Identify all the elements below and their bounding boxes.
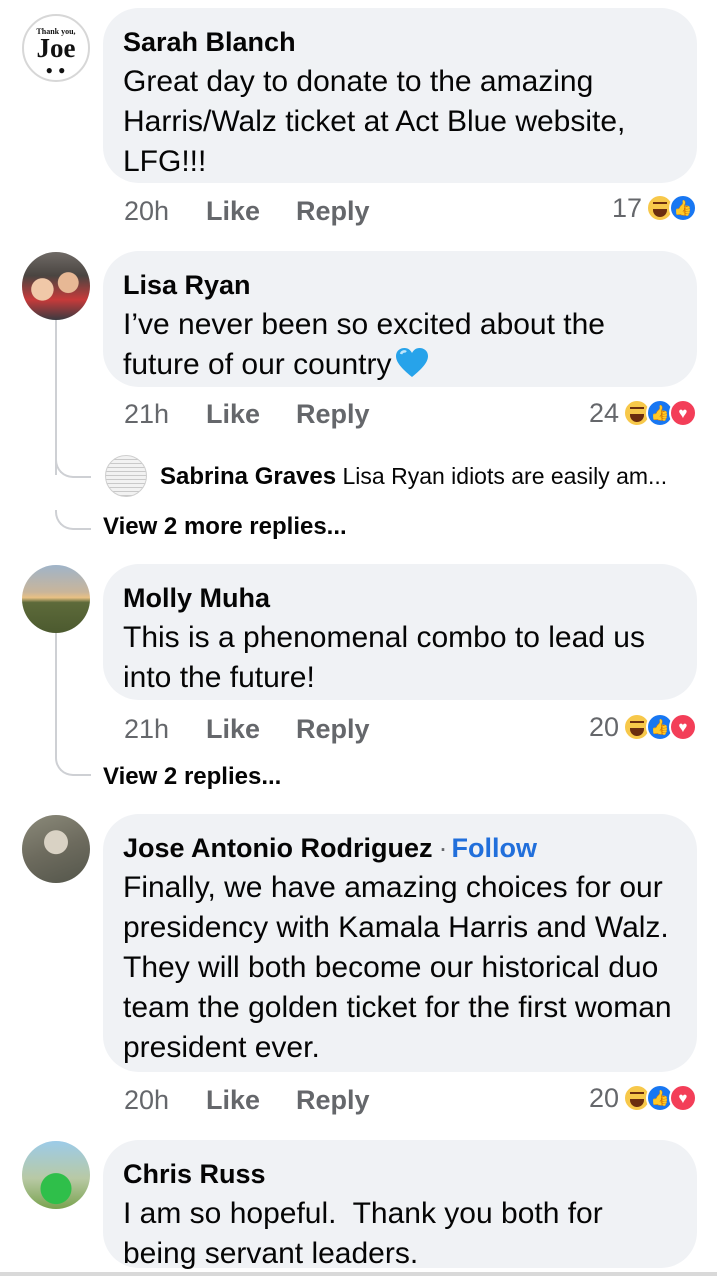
reaction-count: 24	[588, 397, 619, 428]
comment-actions: 21h Like Reply	[124, 396, 370, 432]
avatar-chris-russ[interactable]	[22, 1141, 90, 1209]
comment-author: Jose Antonio Rodriguez · Follow	[123, 832, 675, 864]
comment-actions: 20h Like Reply	[124, 193, 370, 229]
like-button[interactable]: Like	[206, 1082, 296, 1118]
like-button[interactable]: Like	[206, 193, 296, 229]
reply-author[interactable]: Sabrina Graves	[160, 463, 336, 490]
reply-button[interactable]: Reply	[296, 193, 370, 229]
comment-bubble: Sarah Blanch Great day to donate to the …	[103, 8, 697, 183]
thread-connector	[55, 756, 91, 776]
reply-button[interactable]: Reply	[296, 711, 370, 747]
like-reaction-icon: 👍	[669, 194, 697, 222]
avatar-sabrina-graves[interactable]	[105, 455, 147, 497]
comment-bubble: Lisa Ryan I’ve never been so excited abo…	[103, 251, 697, 387]
separator-dot: ·	[438, 833, 448, 863]
avatar-lisa-ryan[interactable]	[22, 252, 90, 320]
comment-author[interactable]: Lisa Ryan	[123, 269, 675, 301]
comment-author-name[interactable]: Jose Antonio Rodriguez	[123, 833, 433, 863]
reaction-count: 20	[588, 711, 619, 742]
reaction-summary[interactable]: 24 👍 ♥	[589, 396, 697, 430]
thread-line	[55, 320, 57, 475]
comment-bubble: Jose Antonio Rodriguez · Follow Finally, w…	[103, 814, 697, 1072]
comment-timestamp[interactable]: 20h	[124, 193, 206, 229]
reaction-count: 17	[611, 192, 642, 223]
like-button[interactable]: Like	[206, 711, 296, 747]
thread-connector	[55, 510, 91, 530]
comment-author[interactable]: Molly Muha	[123, 582, 675, 614]
love-reaction-icon: ♥	[669, 713, 697, 741]
reply-text: Lisa Ryan idiots are easily am...	[342, 463, 668, 489]
comment-author[interactable]: Sarah Blanch	[123, 26, 675, 58]
comment-timestamp[interactable]: 20h	[124, 1082, 206, 1118]
avatar-molly-muha[interactable]	[22, 565, 90, 633]
thread-connector	[55, 458, 91, 478]
comment-timestamp[interactable]: 21h	[124, 711, 206, 747]
comment-text: Finally, we have amazing choices for our…	[123, 871, 672, 1064]
avatar-sarah-blanch[interactable]: Thank you, Joe ● ●	[22, 14, 90, 82]
reply-button[interactable]: Reply	[296, 1082, 370, 1118]
reply-preview[interactable]: Sabrina Graves Lisa Ryan idiots are easi…	[160, 461, 667, 491]
view-replies-link[interactable]: View 2 replies...	[103, 762, 281, 792]
comment-actions: 20h Like Reply	[124, 1082, 370, 1118]
love-reaction-icon: ♥	[669, 399, 697, 427]
comment-text-content: I’ve never been so excited about the fut…	[123, 308, 605, 381]
comment-text: This is a phenomenal combo to lead us in…	[123, 621, 645, 694]
bottom-divider	[0, 1272, 717, 1276]
follow-button[interactable]: Follow	[452, 833, 537, 863]
reaction-summary[interactable]: 17 👍	[612, 191, 697, 225]
reply-button[interactable]: Reply	[296, 396, 370, 432]
reaction-summary[interactable]: 20 👍 ♥	[589, 1081, 697, 1115]
comment-bubble: Chris Russ I am so hopeful. Thank you bo…	[103, 1140, 697, 1270]
avatar-logo-big-text: Joe	[36, 33, 76, 63]
reaction-count: 20	[588, 1082, 619, 1113]
view-more-replies-link[interactable]: View 2 more replies...	[103, 512, 347, 542]
avatar-logo-dots: ● ●	[45, 63, 67, 77]
comment-bubble: Molly Muha This is a phenomenal combo to…	[103, 564, 697, 700]
reaction-summary[interactable]: 20 👍 ♥	[589, 710, 697, 744]
comment-text: I’ve never been so excited about the fut…	[123, 305, 675, 385]
comment-actions: 21h Like Reply	[124, 711, 370, 747]
love-reaction-icon: ♥	[669, 1084, 697, 1112]
comment-text: I am so hopeful. Thank you both for bein…	[123, 1197, 612, 1270]
comment-timestamp[interactable]: 21h	[124, 396, 206, 432]
like-button[interactable]: Like	[206, 396, 296, 432]
comment-text: Great day to donate to the amazing Harri…	[123, 65, 626, 178]
avatar-jose-antonio-rodriguez[interactable]	[22, 815, 90, 883]
thread-line	[55, 633, 57, 758]
comment-author[interactable]: Chris Russ	[123, 1158, 675, 1190]
blue-heart-icon	[396, 348, 429, 377]
